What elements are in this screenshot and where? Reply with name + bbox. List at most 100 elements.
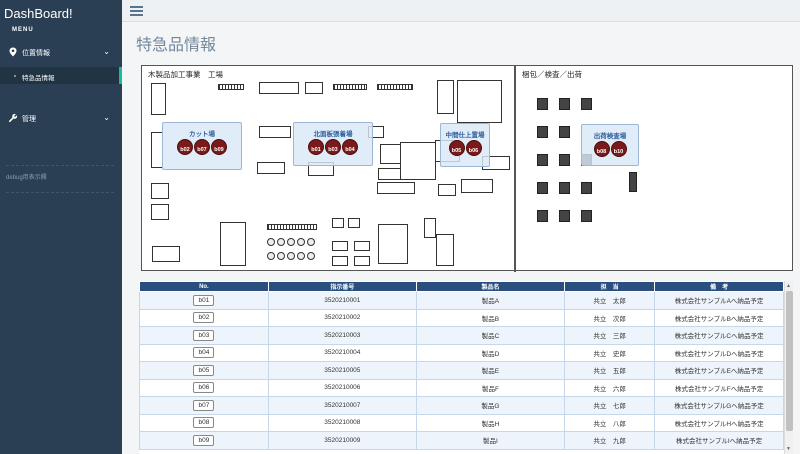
table-row: b09 3520210009 製品I 共立 九郎 株式会社サンプルIへ納品予定 [139, 431, 784, 450]
machine [151, 83, 166, 115]
zone-panel[interactable]: 北面板張着場 b01 b03 b04 [293, 122, 373, 166]
cell: 共立 次郎 [564, 308, 656, 327]
row-button[interactable]: b09 [193, 434, 215, 446]
cell: 3520210009 [267, 431, 417, 450]
machine [437, 80, 454, 114]
rack [537, 154, 548, 166]
cell: 共立 九郎 [564, 431, 656, 450]
table-row: b06 3520210006 製品F 共立 六郎 株式会社サンプルFへ納品予定 [139, 378, 784, 397]
cell: 製品D [415, 343, 566, 362]
zone-label: 出荷検査場 [593, 133, 627, 140]
row-button[interactable]: b05 [193, 364, 215, 376]
table-row: b07 3520210007 製品G 共立 七郎 株式会社サンプルGへ納品予定 [139, 396, 784, 415]
cell: 株式会社サンプルEへ納品予定 [654, 361, 784, 380]
wrench-icon [8, 113, 18, 123]
zone-inspection[interactable]: 出荷検査場 b08 b10 [581, 124, 639, 166]
table-row: b08 3520210008 製品H 共立 八郎 株式会社サンプルHへ納品予定 [139, 413, 784, 432]
cell: 製品A [415, 291, 566, 310]
cell: 株式会社サンプルHへ納品予定 [654, 413, 784, 432]
cell: 株式会社サンプルAへ納品予定 [654, 291, 784, 310]
column-header: No. [139, 281, 269, 292]
scroll-thumb[interactable] [786, 291, 793, 431]
machine [378, 224, 408, 264]
marker-b01[interactable]: b01 [308, 139, 324, 155]
zone-label: 中間仕上置場 [445, 132, 485, 139]
rack [537, 126, 548, 138]
marker-b04[interactable]: b04 [342, 139, 358, 155]
cell: 株式会社サンプルIへ納品予定 [654, 431, 784, 450]
marker-b06[interactable]: b06 [465, 140, 482, 156]
scroll-up-icon[interactable]: ▲ [786, 283, 791, 289]
sidebar-item-location[interactable]: 位置情報 ⌄ [0, 43, 122, 63]
cell: 共立 太郎 [564, 291, 656, 310]
menu-toggle-icon[interactable] [130, 6, 143, 16]
cell: 製品F [415, 378, 566, 397]
chevron-down-icon: ⌄ [103, 113, 110, 122]
rack [537, 98, 548, 110]
factory-map: 木製品加工事業 工場 梱包／検査／出荷 カット場 b02 b07 b09 北面板… [141, 65, 793, 272]
row-button[interactable]: b03 [193, 329, 215, 341]
scroll-down-icon[interactable]: ▼ [786, 446, 791, 452]
column-header: 指示番号 [267, 281, 417, 292]
marker-b10[interactable]: b10 [610, 141, 627, 157]
tank [277, 252, 285, 260]
machine [332, 218, 344, 228]
divider [6, 192, 114, 193]
sidebar-item-label: 管理 [22, 116, 36, 123]
machine [354, 256, 370, 266]
divider [6, 165, 114, 166]
table-row: b03 3520210003 製品C 共立 三郎 株式会社サンプルCへ納品予定 [139, 326, 784, 345]
machine [436, 234, 454, 266]
cell: 株式会社サンプルBへ納品予定 [654, 308, 784, 327]
marker-b03[interactable]: b03 [325, 139, 341, 155]
marker-b08[interactable]: b08 [593, 141, 610, 157]
zone-label: 北面板張着場 [313, 131, 353, 138]
machine [151, 204, 169, 220]
column-header: 担 当 [564, 281, 656, 292]
sidebar-item-admin[interactable]: 管理 ⌄ [0, 109, 122, 129]
brand-title[interactable]: DashBoard! [4, 6, 73, 21]
tank [267, 238, 275, 246]
zone-finishing[interactable]: 中間仕上置場 b05 b06 [440, 123, 490, 167]
row-button[interactable]: b06 [193, 382, 215, 394]
table-row: b04 3520210004 製品D 共立 史郎 株式会社サンプルDへ納品予定 [139, 343, 784, 362]
row-button[interactable]: b02 [193, 312, 215, 324]
machine [461, 179, 493, 193]
cell: 3520210005 [267, 361, 417, 380]
table-row: b05 3520210005 製品E 共立 五郎 株式会社サンプルEへ納品予定 [139, 361, 784, 380]
cell: 共立 史郎 [564, 343, 656, 362]
cell: 3520210002 [267, 308, 417, 327]
row-button[interactable]: b04 [193, 347, 215, 359]
conveyor [267, 224, 317, 230]
top-navbar [122, 0, 800, 22]
conveyor [377, 84, 413, 90]
bullet-icon [14, 75, 16, 77]
sidebar-subitem-express[interactable]: 特急品情報 [0, 67, 122, 84]
marker-b05[interactable]: b05 [448, 140, 465, 156]
conveyor [218, 84, 244, 90]
cell: 製品B [415, 308, 566, 327]
marker-b02[interactable]: b02 [177, 139, 193, 155]
machine [438, 184, 456, 196]
sidebar-subitem-label: 特急品情報 [22, 75, 55, 82]
row-button[interactable]: b01 [193, 294, 215, 306]
table-row: b02 3520210002 製品B 共立 次郎 株式会社サンプルBへ納品予定 [139, 308, 784, 327]
cell: 製品C [415, 326, 566, 345]
tank [297, 238, 305, 246]
marker-b09[interactable]: b09 [211, 139, 227, 155]
rack [559, 210, 570, 222]
marker-b07[interactable]: b07 [194, 139, 210, 155]
tank [287, 238, 295, 246]
product-table: No. 指示番号 製品名 担 当 備 考 b01 3520210001 製品A 共立 … [139, 281, 784, 454]
rack [581, 182, 592, 194]
zone-cut[interactable]: カット場 b02 b07 b09 [162, 122, 242, 170]
cell: 3520210003 [267, 326, 417, 345]
machine [152, 246, 180, 262]
cell: 3520210008 [267, 413, 417, 432]
machine [220, 222, 246, 266]
machine [424, 218, 436, 238]
row-button[interactable]: b08 [193, 417, 215, 429]
cell: 共立 六郎 [564, 378, 656, 397]
row-button[interactable]: b07 [193, 399, 215, 411]
table-scrollbar[interactable]: ▲ ▼ [784, 281, 793, 454]
